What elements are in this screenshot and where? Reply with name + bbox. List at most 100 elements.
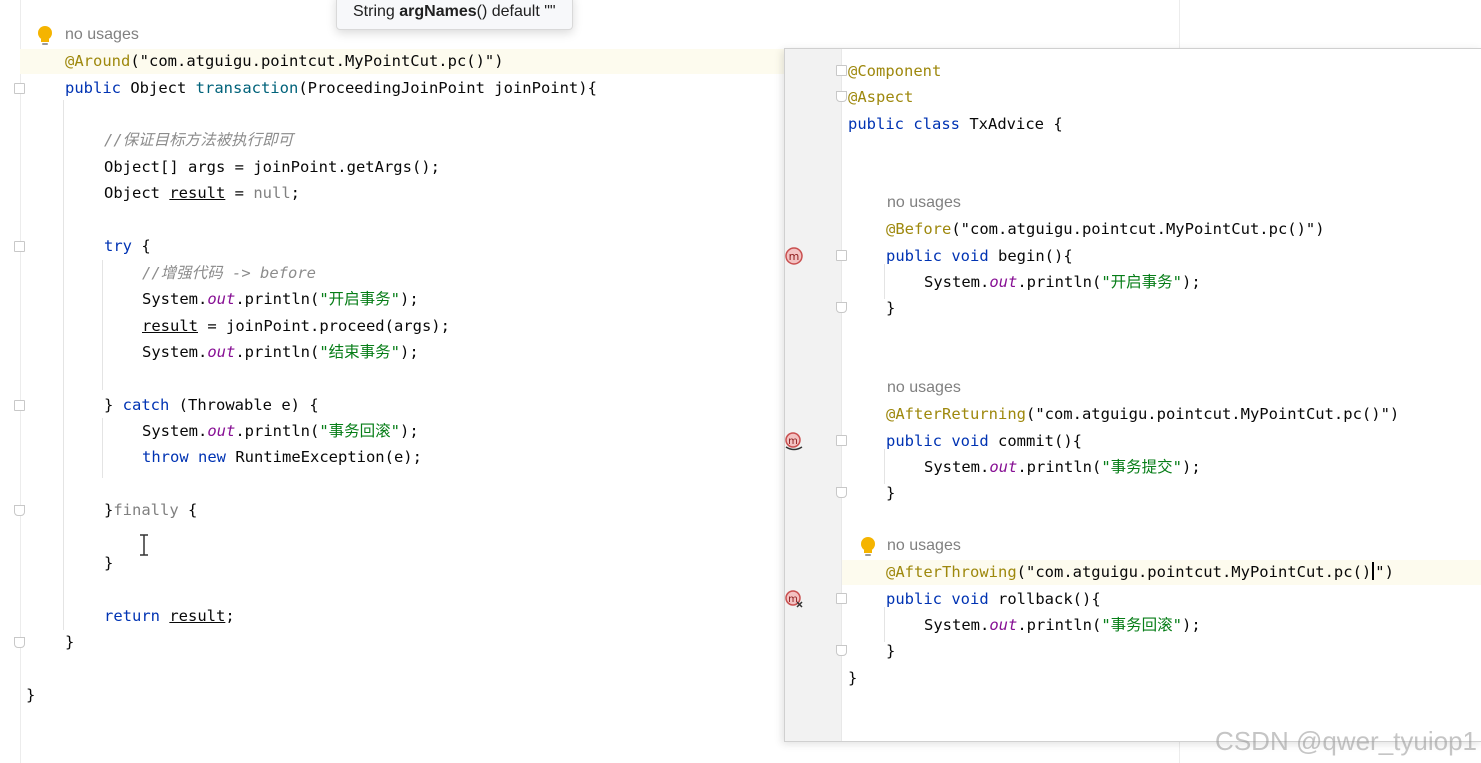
fold-marker-icon[interactable] [14, 83, 25, 94]
fold-marker-icon[interactable] [836, 435, 847, 446]
keyword: class [904, 115, 960, 133]
annotation-args: ("com.atguigu.pointcut.MyPointCut.pc()") [130, 52, 504, 70]
fold-end-marker-icon[interactable] [14, 637, 25, 648]
fold-end-marker-icon[interactable] [836, 91, 847, 102]
class-ref: System. [924, 616, 990, 634]
svg-text:m: m [789, 250, 800, 263]
operator: = [225, 184, 254, 202]
code-line-finally[interactable]: }finally { [104, 497, 197, 523]
statement-end: ); [1182, 273, 1201, 291]
code-line-class-close[interactable]: } [26, 682, 35, 708]
code-line-close-brace[interactable]: } [886, 638, 895, 664]
code-line-println-begin[interactable]: System.out.println("开启事务"); [142, 286, 419, 312]
svg-text:m: m [788, 594, 798, 605]
brace: } [104, 396, 123, 414]
code-line-class-close[interactable]: } [848, 665, 857, 691]
usages-hint[interactable]: no usages [887, 375, 961, 401]
annotation-args: ("com.atguigu.pointcut.MyPointCut.pc()") [1025, 405, 1400, 423]
code-line-try[interactable]: try { [104, 233, 151, 259]
code-line-method-signature[interactable]: public Object transaction(ProceedingJoin… [65, 75, 597, 101]
string-literal: "事务回滚" [1101, 616, 1182, 634]
lightbulb-icon[interactable] [35, 24, 55, 48]
annotation-args: ("com.atguigu.pointcut.MyPointCut.pc() [1016, 563, 1372, 581]
code-line-method-close[interactable]: } [65, 629, 74, 655]
code-line-component-annotation[interactable]: @Component [848, 58, 941, 84]
class-ref: System. [142, 343, 208, 361]
code-line-proceed[interactable]: result = joinPoint.proceed(args); [142, 313, 450, 339]
brace: { [178, 501, 198, 519]
code-line-close-brace[interactable]: } [886, 295, 895, 321]
code-line-before-annotation[interactable]: @Before("com.atguigu.pointcut.MyPointCut… [886, 216, 1325, 242]
code-line-throw[interactable]: throw new RuntimeException(e); [142, 444, 422, 470]
text-cursor-icon [140, 534, 148, 556]
annotation-name: @AfterReturning [886, 405, 1026, 423]
string-literal: "事务回滚" [319, 422, 400, 440]
brace: { [132, 237, 151, 255]
variable-result: result [169, 607, 226, 625]
code-line-return[interactable]: return result; [104, 603, 235, 629]
static-field: out [989, 273, 1018, 291]
usages-hint[interactable]: no usages [65, 22, 139, 48]
aspect-advice-before-icon[interactable]: m [784, 245, 805, 267]
keyword: public [65, 79, 121, 97]
class-name: TxAdvice { [960, 115, 1063, 133]
code-line-println-end[interactable]: System.out.println("结束事务"); [142, 339, 419, 365]
method-call: .println( [1017, 616, 1102, 634]
type: Object [104, 184, 170, 202]
code-line-afterreturning-annotation[interactable]: @AfterReturning("com.atguigu.pointcut.My… [886, 401, 1399, 427]
code-line-class-declaration[interactable]: public class TxAdvice { [848, 111, 1063, 137]
fold-marker-icon[interactable] [836, 250, 847, 261]
keyword: public [886, 590, 942, 608]
annotation-name: @AfterThrowing [886, 563, 1017, 581]
tooltip-type: String [353, 3, 395, 20]
class-ref: System. [142, 290, 208, 308]
code-line-commit-signature[interactable]: public void commit(){ [886, 428, 1082, 454]
code-line-afterthrowing-annotation[interactable]: @AfterThrowing("com.atguigu.pointcut.MyP… [886, 559, 1394, 585]
indent-guide [102, 260, 103, 390]
txadvice-editor-window[interactable]: m m m @Component @Aspect public class Tx… [784, 48, 1481, 742]
code-line-args[interactable]: Object[] args = joinPoint.getArgs(); [104, 154, 440, 180]
fold-marker-icon[interactable] [14, 400, 25, 411]
code-line-result-decl[interactable]: Object result = null; [104, 180, 300, 206]
keyword: void [942, 590, 989, 608]
annotation-args: ("com.atguigu.pointcut.MyPointCut.pc()") [951, 220, 1325, 238]
code-comment[interactable]: //保证目标方法被执行即可 [104, 127, 293, 153]
aspect-advice-afterreturning-icon[interactable]: m [784, 430, 805, 452]
code-line-close-brace[interactable]: } [886, 480, 895, 506]
lightbulb-icon[interactable] [858, 535, 878, 559]
usages-hint[interactable]: no usages [887, 533, 961, 559]
fold-marker-icon[interactable] [836, 593, 847, 604]
svg-text:m: m [788, 436, 798, 447]
static-field: out [989, 458, 1018, 476]
code-line-aspect-annotation[interactable]: @Aspect [848, 84, 913, 110]
fold-marker-icon[interactable] [14, 241, 25, 252]
statement-end: ); [1182, 616, 1201, 634]
statement-end: ); [400, 422, 419, 440]
code-line-rollback-signature[interactable]: public void rollback(){ [886, 586, 1101, 612]
code-line-println-begin[interactable]: System.out.println("开启事务"); [924, 269, 1201, 295]
usages-hint[interactable]: no usages [887, 190, 961, 216]
code-line-around-annotation[interactable]: @Around("com.atguigu.pointcut.MyPointCut… [65, 48, 504, 74]
fold-end-marker-icon[interactable] [836, 302, 847, 313]
fold-end-marker-icon[interactable] [836, 487, 847, 498]
proceed-call: = joinPoint.proceed(args); [198, 317, 450, 335]
code-comment[interactable]: //增强代码 -> before [142, 260, 316, 286]
aspect-advice-afterthrowing-icon[interactable]: m [784, 588, 805, 610]
variable-result: result [169, 184, 226, 202]
fold-end-marker-icon[interactable] [14, 505, 25, 516]
class-ref: System. [924, 273, 990, 291]
indent-guide [884, 449, 885, 484]
class-ref: System. [142, 422, 208, 440]
code-line-println-rollback[interactable]: System.out.println("事务回滚"); [924, 612, 1201, 638]
fold-end-marker-icon[interactable] [836, 645, 847, 656]
code-line-println-rollback[interactable]: System.out.println("事务回滚"); [142, 418, 419, 444]
fold-marker-icon[interactable] [836, 65, 847, 76]
tooltip-default: () default "" [476, 3, 556, 20]
code-line-catch[interactable]: } catch (Throwable e) { [104, 392, 319, 418]
code-line-close-brace[interactable]: } [104, 550, 113, 576]
static-field: out [989, 616, 1018, 634]
code-line-println-commit[interactable]: System.out.println("事务提交"); [924, 454, 1201, 480]
left-gutter-divider [20, 0, 21, 763]
code-line-begin-signature[interactable]: public void begin(){ [886, 243, 1073, 269]
indent-guide [63, 100, 64, 630]
